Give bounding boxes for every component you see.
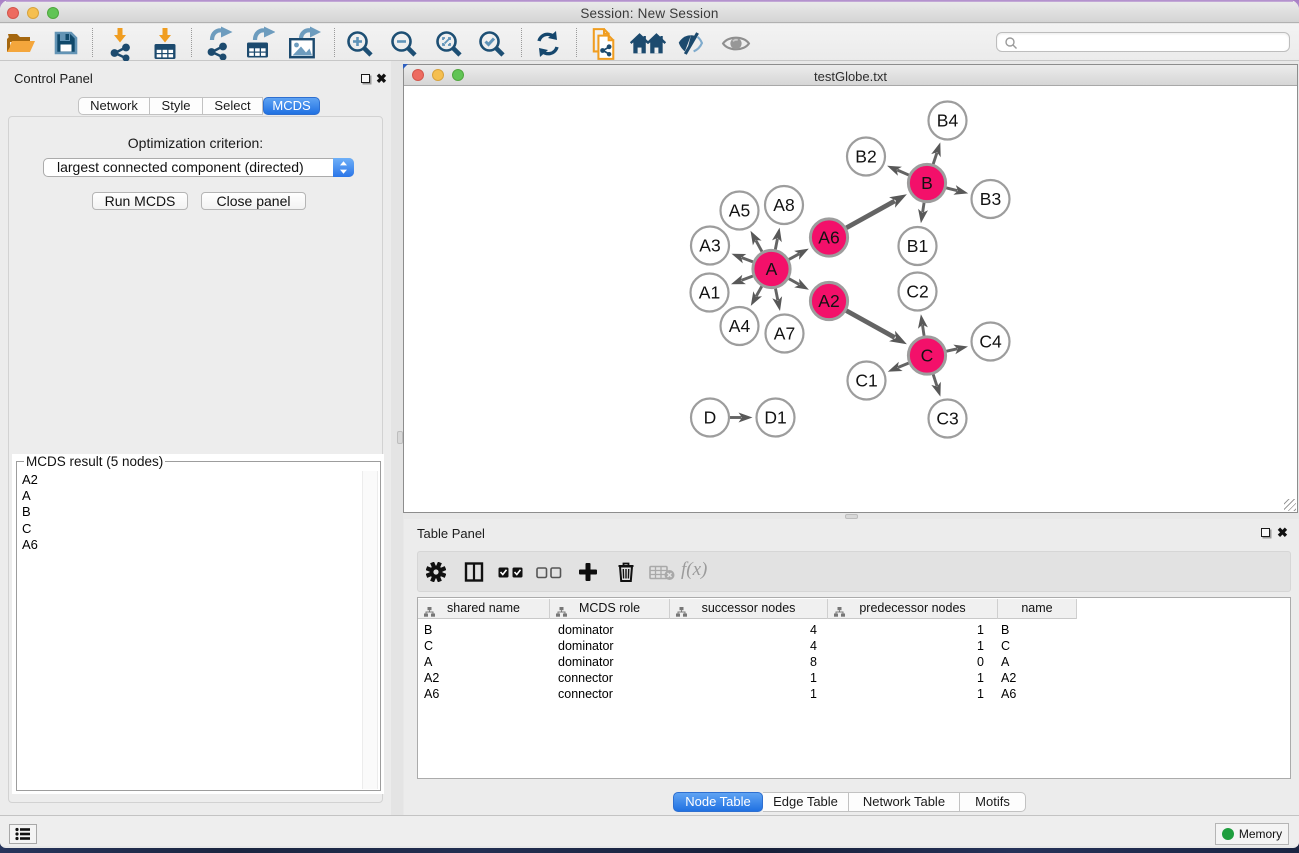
svg-text:A4: A4 [729, 316, 751, 336]
svg-text:D1: D1 [764, 408, 786, 428]
svg-text:C: C [921, 346, 934, 366]
svg-text:C3: C3 [936, 409, 958, 429]
svg-text:C1: C1 [855, 371, 877, 391]
svg-text:C2: C2 [906, 282, 928, 302]
svg-text:A8: A8 [773, 195, 794, 215]
svg-text:A5: A5 [729, 201, 750, 221]
svg-text:B2: B2 [855, 147, 876, 167]
svg-text:B: B [921, 173, 933, 193]
svg-text:B4: B4 [937, 111, 959, 131]
svg-text:A3: A3 [699, 236, 720, 256]
svg-text:C4: C4 [979, 332, 1002, 352]
svg-text:A: A [766, 259, 778, 279]
svg-text:B1: B1 [907, 236, 928, 256]
svg-text:D: D [704, 408, 717, 428]
svg-text:A6: A6 [818, 228, 839, 248]
svg-text:B3: B3 [980, 189, 1001, 209]
svg-text:A2: A2 [818, 291, 839, 311]
svg-text:A7: A7 [774, 324, 795, 344]
svg-text:A1: A1 [699, 283, 720, 303]
